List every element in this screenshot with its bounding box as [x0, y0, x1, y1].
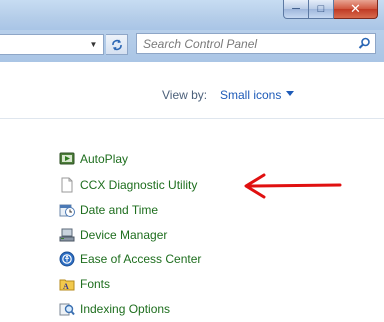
minimize-button[interactable]: ─: [283, 0, 309, 19]
view-by-label: View by:: [162, 88, 208, 102]
list-item-label: Date and Time: [80, 203, 159, 217]
window-controls: ─ □ ✕: [283, 0, 378, 19]
annotation-arrow: [244, 173, 342, 199]
minimize-icon: ─: [292, 3, 300, 15]
list-item-autoplay[interactable]: AutoPlay: [59, 149, 128, 169]
refresh-icon: [111, 39, 122, 50]
view-by-dropdown[interactable]: Small icons: [220, 88, 281, 102]
indexing-options-icon: [59, 301, 75, 317]
address-input[interactable]: ▼: [0, 34, 104, 55]
list-item-date-and-time[interactable]: Date and Time: [59, 200, 158, 220]
list-item-ease-of-access-center[interactable]: Ease of Access Center: [59, 249, 201, 269]
search-icon[interactable]: [358, 37, 371, 50]
device-manager-icon: [59, 227, 75, 243]
list-item-device-manager[interactable]: Device Manager: [59, 225, 167, 245]
maximize-button[interactable]: □: [309, 0, 334, 19]
list-item-label: AutoPlay: [80, 152, 129, 166]
chevron-down-icon: ▼: [89, 40, 98, 49]
list-item-indexing-options[interactable]: Indexing Options: [59, 299, 170, 319]
list-item-label: Device Manager: [80, 228, 168, 242]
list-item-fonts[interactable]: A Fonts: [59, 274, 110, 294]
calendar-clock-icon: [59, 202, 75, 218]
close-icon: ✕: [350, 1, 361, 16]
document-icon: [59, 177, 75, 193]
list-item-ccx-diagnostic-utility[interactable]: CCX Diagnostic Utility: [59, 175, 197, 195]
list-item-label: Fonts: [80, 277, 111, 291]
fonts-folder-icon: A: [59, 276, 75, 292]
search-input[interactable]: Search Control Panel: [136, 33, 376, 54]
header-divider: [0, 118, 384, 119]
svg-text:A: A: [63, 282, 69, 291]
ease-of-access-icon: [59, 251, 75, 267]
autoplay-icon: [59, 151, 75, 167]
refresh-button[interactable]: [106, 34, 128, 55]
list-item-label: Indexing Options: [80, 302, 171, 316]
list-item-label: CCX Diagnostic Utility: [80, 178, 198, 192]
list-item-label: Ease of Access Center: [80, 252, 202, 266]
title-bar: ─ □ ✕: [0, 0, 384, 30]
view-by-caret-icon[interactable]: [286, 91, 294, 96]
maximize-icon: □: [317, 3, 325, 15]
close-button[interactable]: ✕: [334, 0, 378, 19]
address-history-button[interactable]: ▼: [85, 35, 102, 54]
search-placeholder: Search Control Panel: [143, 37, 258, 51]
